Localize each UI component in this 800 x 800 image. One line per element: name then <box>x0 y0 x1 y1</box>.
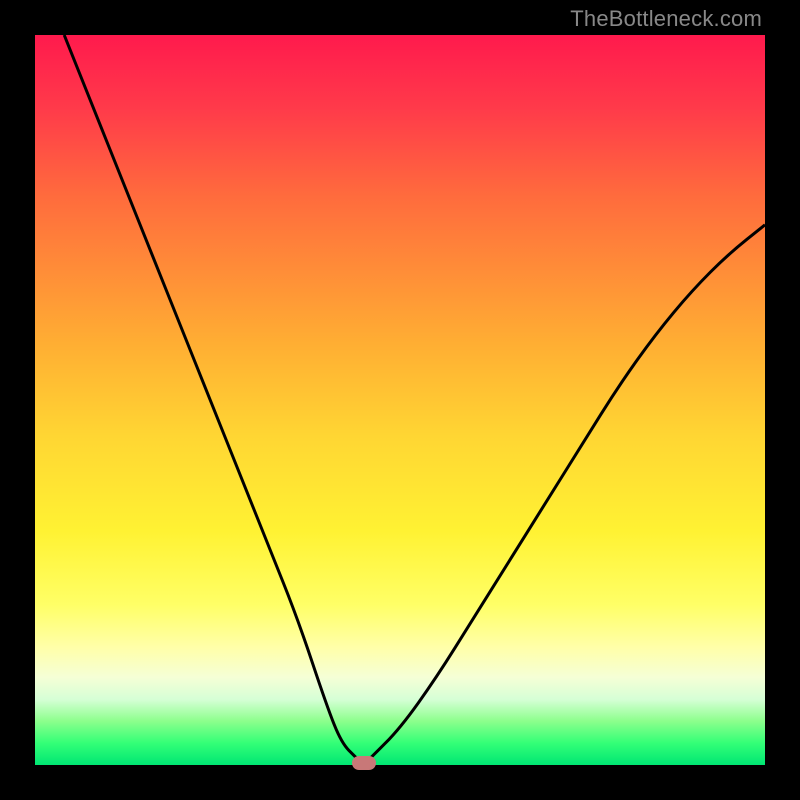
bottleneck-curve <box>35 35 765 765</box>
minimum-marker <box>352 756 376 770</box>
watermark-text: TheBottleneck.com <box>570 6 762 32</box>
chart-frame: TheBottleneck.com <box>0 0 800 800</box>
